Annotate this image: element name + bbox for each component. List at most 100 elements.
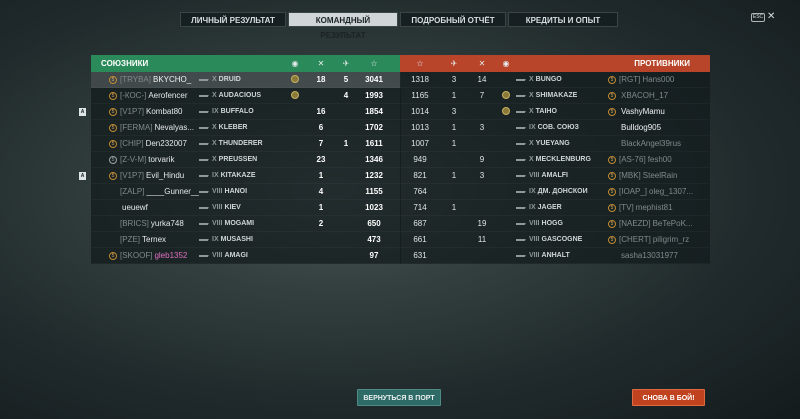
player-cell: 5 [TV] mephist81 [608, 203, 710, 212]
xp-value: 1007 [411, 139, 429, 148]
ship-tier: VIII [212, 252, 223, 259]
enemy-row[interactable]: 1007 1 X YUEYANG BlackAngel39rus [400, 136, 710, 152]
ship-name: PREUSSEN [218, 156, 258, 163]
ship-cell: VIII HANOI [199, 188, 281, 195]
enemy-row[interactable]: 687 19 VIII HOGG 5 [NAEZD] BeTePoK... [400, 216, 710, 232]
ship-class-icon [516, 236, 528, 241]
rank-badge-icon: 5 [608, 187, 616, 196]
ship-cell: X DRUID [199, 76, 281, 83]
enemy-row[interactable]: 1318 3 14 X BUNGO 5 [RGT] Hans000 [400, 72, 710, 88]
player-cell: 5 [MBK] SteelRain [608, 171, 710, 180]
kills-value: 6 [318, 123, 324, 132]
ship-cell: VIII KIEV [199, 204, 281, 211]
xp-value: 661 [413, 235, 427, 244]
rank-badge-icon: 5 [109, 91, 117, 100]
ship-class-icon [199, 108, 211, 113]
ship-tier: IX [529, 188, 536, 195]
ship-class-icon [516, 140, 528, 145]
ship-cell: X THUNDERER [199, 140, 281, 147]
ship-name: AUDACIOUS [218, 92, 262, 99]
ship-class-icon [199, 188, 211, 193]
ship-tier: X [529, 140, 534, 147]
ship-cell: X PREUSSEN [199, 156, 281, 163]
player-cell: 5 [NAEZD] BeTePoK... [608, 219, 710, 228]
player-name: fesh00 [647, 155, 672, 164]
ship-cell: X TAIHŌ [516, 108, 608, 115]
ship-tier: VIII [212, 220, 223, 227]
enemy-row[interactable]: 1013 1 3 IX СОВ. СОЮЗ Bulldog905 [400, 120, 710, 136]
ship-name: MOGAMI [224, 220, 255, 227]
ally-row[interactable]: 5 [FERMA] Nevalyas... X KLÉBER 6 1702 [91, 120, 401, 136]
battle-again-button[interactable]: СНОВА В БОЙ! [632, 389, 705, 406]
enemy-row[interactable]: 949 9 X MECKLENBURG 5 [AS-76] fesh00 [400, 152, 710, 168]
enemy-row[interactable]: 764 IX ДМ. ДОНСКОЙ 5 [IOAP_] oleg_1307... [400, 184, 710, 200]
ship-name: AMAGI [224, 252, 248, 259]
esc-key-icon[interactable]: ESC [751, 13, 765, 22]
enemy-row[interactable]: 631 VIII ANHALT sasha13031977 [400, 248, 710, 264]
clan-tag: [AS-76] [619, 155, 646, 164]
ship-class-icon [199, 124, 211, 129]
player-name: Evil_Hindu [146, 171, 185, 180]
enemy-row[interactable]: 1165 1 7 X SHIMAKAZE 5 XBACOH_17 [400, 88, 710, 104]
rank-badge-icon: 5 [109, 123, 117, 132]
ship-class-icon [516, 252, 528, 257]
ship-name: KIEV [224, 204, 241, 211]
tab-team-result[interactable]: КОМАНДНЫЙ РЕЗУЛЬТАТ [288, 12, 398, 40]
ally-row[interactable]: 5 [-КОС-] Aerofencer X AUDACIOUS 4 1993 [91, 88, 401, 104]
ally-row[interactable]: [ZALP] ____Gunner___ VIII HANOI 4 1155 [91, 184, 401, 200]
xp-value: 1318 [411, 75, 429, 84]
ally-row[interactable]: ueuewf VIII KIEV 1 1023 [91, 200, 401, 216]
star-icon: ☆ [370, 59, 378, 68]
xp-value: 764 [413, 187, 427, 196]
ship-name: KITAKAZE [220, 172, 256, 179]
return-to-port-button[interactable]: ВЕРНУТЬСЯ В ПОРТ [357, 389, 441, 406]
planes-value: 1 [451, 123, 457, 132]
enemy-row[interactable]: 1014 3 X TAIHŌ 5 VashyMamu [400, 104, 710, 120]
tab-personal-result[interactable]: ЛИЧНЫЙ РЕЗУЛЬТАТ [180, 12, 286, 27]
ship-class-icon [516, 172, 528, 177]
ally-row[interactable]: A 5 [V1P7] Kombat80 IX BUFFALO 16 1854 [79, 104, 401, 120]
xp-value: 821 [413, 171, 427, 180]
player-name: sasha13031977 [621, 251, 678, 260]
ship-cell: VIII HOGG [516, 220, 608, 227]
ally-row[interactable]: [BRICS] yurka748 VIII MOGAMI 2 650 [91, 216, 401, 232]
player-name: piligrim_rz [652, 235, 690, 244]
enemy-row[interactable]: 821 1 3 VIII AMALFI 5 [MBK] SteelRain [400, 168, 710, 184]
ally-row[interactable]: [PZE] Ternex IX MUSASHI 473 [91, 232, 401, 248]
ship-class-icon [199, 76, 211, 81]
tab-credits-xp[interactable]: КРЕДИТЫ И ОПЫТ [508, 12, 618, 27]
planes-value: 5 [343, 75, 349, 84]
ship-name: СОВ. СОЮЗ [537, 124, 579, 131]
enemy-row[interactable]: 714 1 IX JÄGER 5 [TV] mephist81 [400, 200, 710, 216]
ally-row[interactable]: 5 [Z-V-M] torvarik X PREUSSEN 23 1346 [91, 152, 401, 168]
ship-tier: VIII [529, 252, 540, 259]
crossed-swords-icon: ✕ [478, 59, 486, 68]
enemy-row[interactable]: 661 11 VIII GASCOGNE 5 [CHERT] piligrim_rz [400, 232, 710, 248]
rank-badge-icon: 5 [608, 75, 616, 84]
crossed-swords-icon: ✕ [317, 59, 325, 68]
medal-icon [291, 74, 299, 83]
ship-class-icon [516, 124, 528, 129]
ship-tier: X [212, 92, 217, 99]
ship-cell: IX BUFFALO [199, 108, 281, 115]
ally-row[interactable]: 5 [TRYBA] BKYCHO_ X DRUID 18 5 3041 [91, 72, 401, 88]
ally-row[interactable]: 5 [SKOOF] gleb1352 VIII AMAGI 97 [91, 248, 401, 264]
medal-icon [291, 90, 299, 99]
ship-name: ANHALT [541, 252, 570, 259]
medal-icon: ◉ [291, 59, 299, 68]
ship-name: KLÉBER [218, 124, 248, 131]
ship-tier: IX [529, 124, 536, 131]
enemies-list: 1318 3 14 X BUNGO 5 [RGT] Hans000 1165 1 7 X SHIMAKA… [400, 72, 710, 264]
ally-row[interactable]: A 5 [V1P7] Evil_Hindu IX KITAKAZE 1 1232 [79, 168, 401, 184]
ally-row[interactable]: 5 [CHIP] Den232007 X THUNDERER 7 1 1611 [91, 136, 401, 152]
kills-value: 19 [477, 219, 487, 228]
close-icon[interactable]: ✕ [767, 11, 775, 22]
ship-cell: IX KITAKAZE [199, 172, 281, 179]
tab-detailed-report[interactable]: ПОДРОБНЫЙ ОТЧЁТ [400, 12, 506, 27]
xp-value: 650 [367, 219, 381, 228]
ship-class-icon [516, 156, 528, 161]
clan-tag: [V1P7] [120, 107, 145, 116]
ship-cell: IX ДМ. ДОНСКОЙ [516, 188, 608, 195]
ship-tier: VIII [529, 172, 540, 179]
xp-value: 631 [413, 251, 427, 260]
